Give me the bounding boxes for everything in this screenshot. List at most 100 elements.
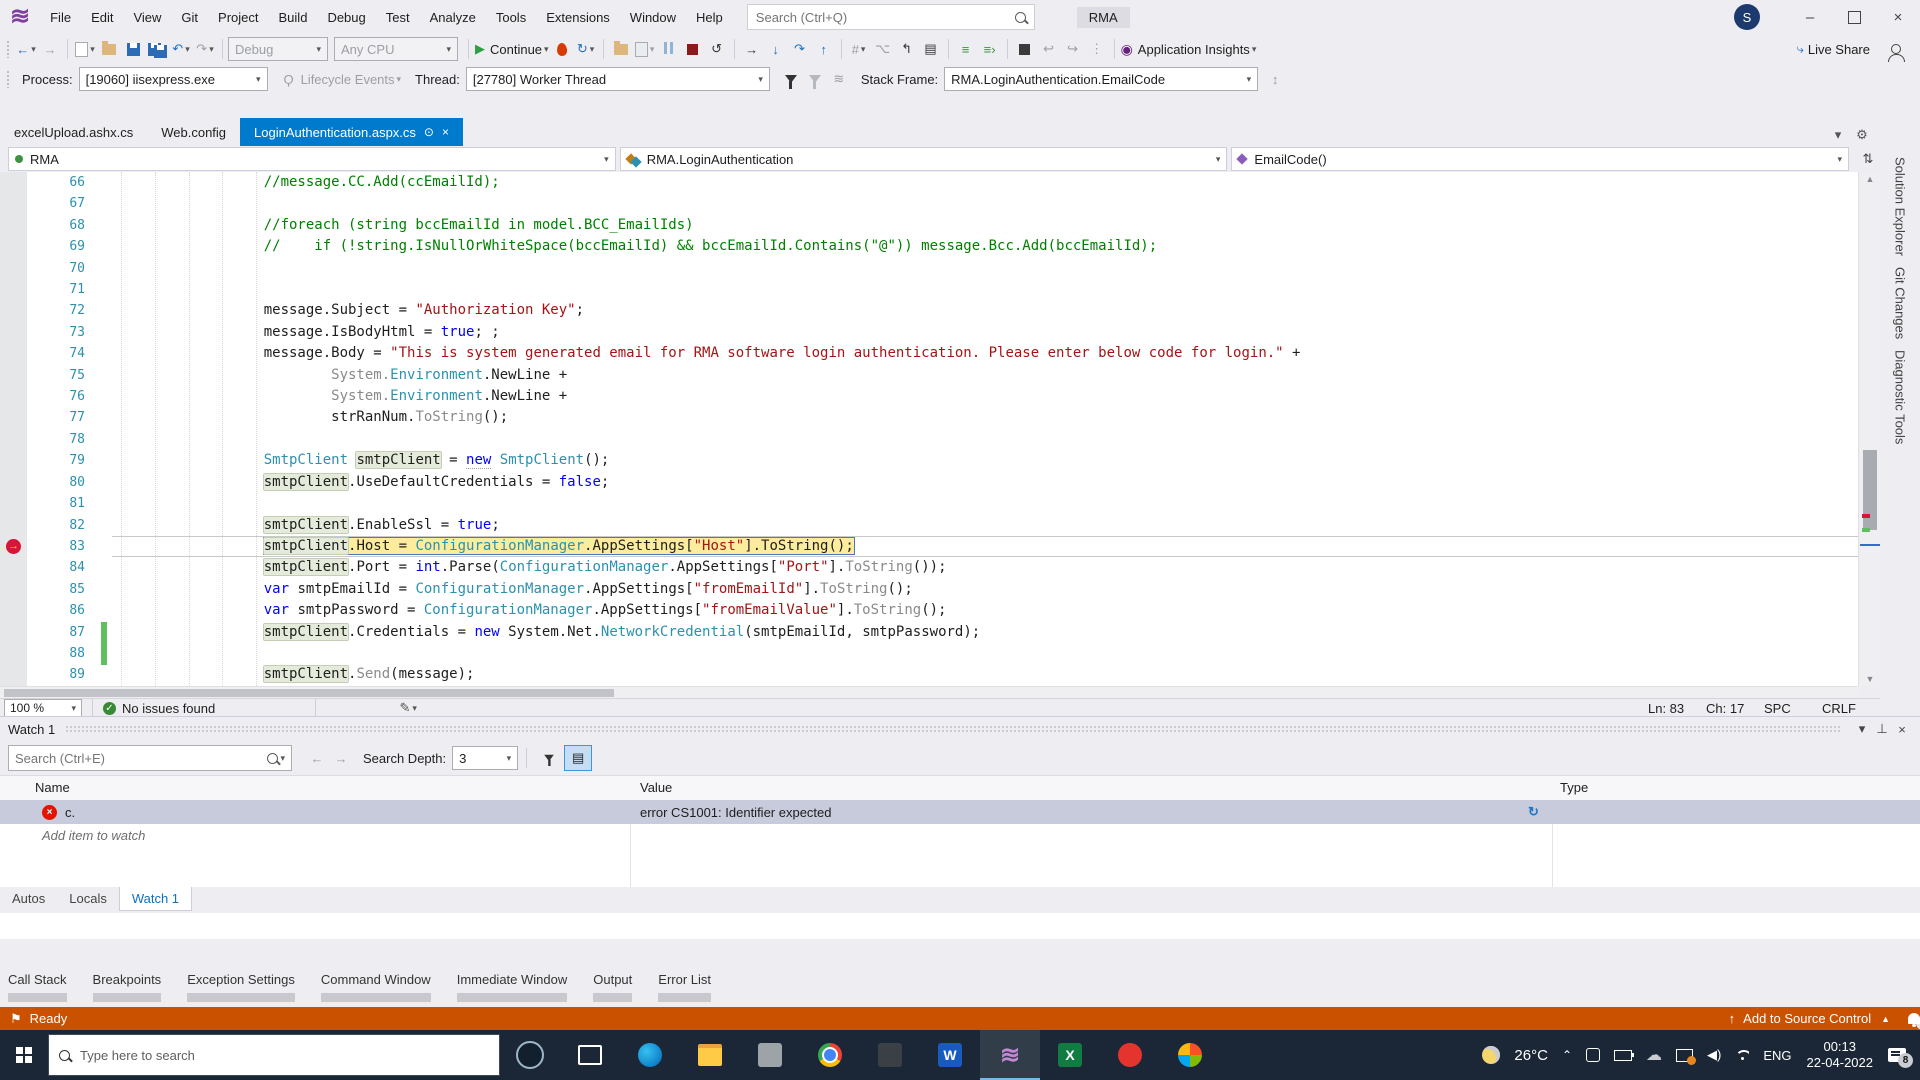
search-back-icon[interactable]: ←: [306, 747, 328, 769]
process-dropdown[interactable]: [19060] iisexpress.exe ▾: [78, 67, 268, 91]
tool-tab-immediate-window[interactable]: Immediate Window: [456, 966, 568, 1007]
tab-locals[interactable]: Locals: [57, 887, 119, 910]
indent-icon[interactable]: ≡: [955, 38, 977, 60]
visual-studio-icon[interactable]: ≋: [980, 1030, 1040, 1080]
scroll-up-icon[interactable]: ▲: [1859, 174, 1881, 184]
dark-app-icon[interactable]: [860, 1030, 920, 1080]
continue-button[interactable]: ▶ Continue ▾: [475, 38, 549, 60]
code-editor[interactable]: → 66 67 68 69 70 71 72 73 74 75 76 77 78 79 80 81 82 83 84…: [0, 172, 1881, 699]
side-tab-diagnostic-tools[interactable]: Diagnostic Tools: [1893, 350, 1908, 444]
menu-tools[interactable]: Tools: [486, 0, 536, 34]
vertical-scrollbar[interactable]: ▲ ▼: [1858, 172, 1881, 686]
code-line[interactable]: //message.CC.Add(ccEmailId);: [112, 172, 1858, 193]
tab-watch-1[interactable]: Watch 1: [118, 887, 193, 911]
language-label[interactable]: ENG: [1763, 1048, 1791, 1063]
code-text-area[interactable]: //message.CC.Add(ccEmailId); //foreach (…: [112, 172, 1858, 686]
stack-frame-dropdown[interactable]: RMA.LoginAuthentication.EmailCode ▾: [944, 67, 1259, 91]
code-line[interactable]: [112, 193, 1858, 214]
menu-extensions[interactable]: Extensions: [536, 0, 620, 34]
toolbar-grip[interactable]: [6, 70, 10, 88]
solution-configuration-dropdown[interactable]: Debug ▾: [228, 37, 328, 61]
search-depth-dropdown[interactable]: 3 ▾: [452, 746, 519, 770]
menu-edit[interactable]: Edit: [81, 0, 123, 34]
show-hidden-icons-chevron[interactable]: ⌃: [1562, 1048, 1572, 1062]
column-header-value[interactable]: Value: [640, 780, 672, 795]
volume-icon[interactable]: ◀): [1707, 1047, 1721, 1063]
application-insights-dropdown[interactable]: ◉ Application Insights ▾: [1121, 38, 1257, 60]
watch-title-bar[interactable]: Watch 1 ▾ ⊥ ×: [0, 717, 1920, 741]
tool-tab-error-list[interactable]: Error List: [658, 966, 712, 1007]
code-line[interactable]: [112, 429, 1858, 450]
live-share-button[interactable]: ⤷ Live Share: [1797, 38, 1870, 60]
taskbar-clock[interactable]: 00:13 22-04-2022: [1807, 1039, 1874, 1071]
code-line[interactable]: //foreach (string bccEmailId in model.BC…: [112, 215, 1858, 236]
tab-web-config[interactable]: Web.config: [147, 118, 240, 146]
weather-icon[interactable]: [1482, 1046, 1501, 1064]
menu-view[interactable]: View: [123, 0, 171, 34]
code-line[interactable]: smtpClient.EnableSsl = true;: [112, 515, 1858, 536]
tool-tab-breakpoints[interactable]: Breakpoints: [92, 966, 162, 1007]
solution-platform-dropdown[interactable]: Any CPU ▾: [334, 37, 458, 61]
new-file-icon[interactable]: ▾: [74, 38, 96, 60]
side-tab-solution-explorer[interactable]: Solution Explorer: [1893, 157, 1908, 256]
source-control-caret-icon[interactable]: ▲: [1881, 1014, 1890, 1024]
wifi-icon[interactable]: [1735, 1050, 1749, 1060]
split-window-icon[interactable]: ⇅: [1857, 148, 1879, 170]
overflow-icon[interactable]: ⋮: [1086, 38, 1108, 60]
battery-icon[interactable]: [1614, 1049, 1634, 1061]
hot-reload-icon[interactable]: [551, 38, 573, 60]
toolbar-grip[interactable]: [6, 40, 10, 58]
code-line[interactable]: smtpClient.Port = int.Parse(Configuratio…: [112, 557, 1858, 578]
code-line[interactable]: strRanNum.ToString();: [112, 407, 1858, 428]
tool-tab-call-stack[interactable]: Call Stack: [8, 966, 67, 1007]
browser-icon[interactable]: [1160, 1030, 1220, 1080]
code-line[interactable]: [112, 279, 1858, 300]
member-dropdown[interactable]: EmailCode() ▾: [1231, 147, 1849, 171]
step-over-icon[interactable]: ↷: [789, 38, 811, 60]
horizontal-scrollbar-thumb[interactable]: [4, 689, 614, 697]
code-line[interactable]: smtpClient.UseDefaultCredentials = false…: [112, 472, 1858, 493]
window-position-icon[interactable]: ▾: [1852, 721, 1872, 737]
comment-lines-icon[interactable]: # ▾: [848, 38, 870, 60]
menu-window[interactable]: Window: [620, 0, 686, 34]
edge-icon[interactable]: [620, 1030, 680, 1080]
tab-loginauthentication-aspx-cs[interactable]: LoginAuthentication.aspx.cs ⊙ ×: [240, 118, 463, 146]
rotation-lock-icon[interactable]: [1586, 1048, 1600, 1062]
menu-project[interactable]: Project: [208, 0, 268, 34]
keyboard-back-icon[interactable]: ↩: [1038, 38, 1060, 60]
navigate-back-icon[interactable]: ← ▾: [15, 38, 37, 60]
menu-build[interactable]: Build: [269, 0, 318, 34]
document-list-dropdown-icon[interactable]: ▾: [1827, 124, 1849, 146]
breakpoint-current-statement-icon[interactable]: →: [6, 539, 21, 555]
code-line[interactable]: smtpClient.Send(message);: [112, 664, 1858, 685]
undo-icon[interactable]: ↶ ▾: [170, 38, 192, 60]
column-header-type[interactable]: Type: [1560, 780, 1588, 795]
pin-icon[interactable]: ⊥: [1872, 721, 1892, 737]
column-header-name[interactable]: Name: [35, 780, 70, 795]
tab-excelupload-ashx-cs[interactable]: excelUpload.ashx.cs: [0, 118, 147, 146]
watch-search-input[interactable]: Search (Ctrl+E) ▾: [8, 745, 292, 771]
code-map-icon[interactable]: ▤: [920, 38, 942, 60]
quick-search-input[interactable]: Search (Ctrl+Q): [746, 4, 1035, 30]
pin-tab-icon[interactable]: ⊙: [424, 125, 434, 139]
zoom-level-dropdown[interactable]: 100 % ▾: [4, 699, 82, 717]
pin-values-icon[interactable]: [536, 746, 562, 770]
close-watch-icon[interactable]: ×: [1892, 722, 1912, 737]
code-line[interactable]: [112, 643, 1858, 664]
add-to-source-control-button[interactable]: Add to Source Control: [1743, 1011, 1871, 1026]
minimize-button[interactable]: –: [1788, 0, 1832, 34]
excel-icon[interactable]: X: [1040, 1030, 1100, 1080]
code-line[interactable]: SmtpClient smtpClient = new SmtpClient()…: [112, 450, 1858, 471]
code-line[interactable]: message.Subject = "Authorization Key";: [112, 300, 1858, 321]
thread-dropdown[interactable]: [27780] Worker Thread ▾: [465, 67, 770, 91]
add-watch-item-row[interactable]: Add item to watch: [0, 824, 1920, 846]
navigate-forward-icon[interactable]: →: [39, 38, 61, 60]
find-in-files-icon[interactable]: [610, 38, 632, 60]
search-forward-icon[interactable]: →: [330, 747, 352, 769]
save-icon[interactable]: [122, 38, 144, 60]
format-values-icon[interactable]: ▤: [564, 745, 593, 771]
open-file-icon[interactable]: [98, 38, 120, 60]
code-line[interactable]: System.Environment.NewLine +: [112, 365, 1858, 386]
code-line[interactable]: [112, 493, 1858, 514]
chrome-icon[interactable]: [800, 1030, 860, 1080]
